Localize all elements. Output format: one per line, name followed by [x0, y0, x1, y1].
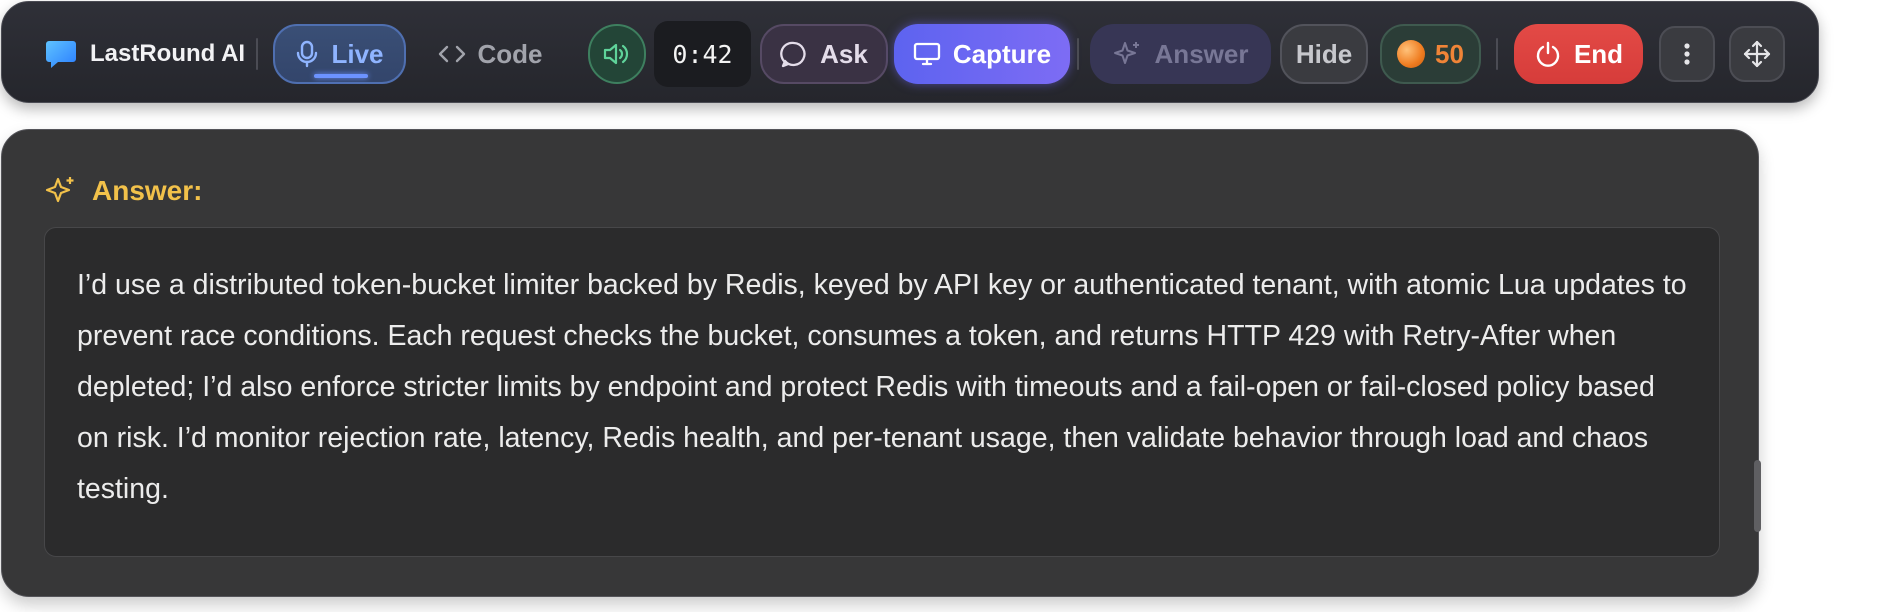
answer-heading: Answer:: [44, 174, 202, 208]
divider: [1077, 38, 1079, 70]
code-label: Code: [477, 38, 543, 69]
control-toolbar: LastRound AI Live Code 0:42 Ask Capture …: [1, 1, 1819, 103]
live-label: Live: [331, 38, 384, 69]
ask-label: Ask: [820, 38, 868, 69]
chat-bubble-icon: [46, 41, 76, 68]
more-vertical-icon: [1684, 43, 1690, 65]
end-label: End: [1573, 38, 1624, 69]
code-icon: [438, 45, 465, 63]
live-button[interactable]: Live: [273, 24, 406, 84]
divider: [1496, 38, 1498, 70]
scrollbar-thumb[interactable]: [1754, 460, 1761, 532]
coin-icon: [1397, 40, 1426, 68]
coin-balance[interactable]: 50: [1380, 24, 1481, 84]
answer-text: I’d use a distributed token-bucket limit…: [44, 227, 1720, 557]
microphone-icon: [297, 40, 318, 68]
divider: [256, 38, 258, 70]
ask-button[interactable]: Ask: [760, 24, 888, 84]
app-name: LastRound AI: [90, 40, 246, 67]
more-menu-button[interactable]: [1659, 26, 1715, 82]
monitor-icon: [913, 42, 941, 66]
sparkles-icon: [1113, 42, 1139, 64]
hide-button[interactable]: Hide: [1280, 24, 1368, 84]
sparkles-icon: [45, 177, 74, 203]
drag-handle[interactable]: [1729, 26, 1785, 82]
answer-button[interactable]: Answer: [1090, 24, 1271, 84]
code-button[interactable]: Code: [430, 24, 550, 84]
answer-heading-text: Answer:: [92, 175, 203, 206]
power-icon: [1536, 41, 1560, 67]
answer-label: Answer: [1154, 38, 1249, 69]
audio-toggle[interactable]: [588, 24, 646, 84]
speaker-icon: [603, 43, 629, 65]
hide-label: Hide: [1295, 38, 1353, 69]
move-icon: [1743, 40, 1771, 68]
coin-count: 50: [1435, 38, 1464, 69]
answer-panel: Answer: I’d use a distributed token-buck…: [1, 129, 1761, 597]
message-circle-icon: [780, 41, 806, 68]
app-brand: LastRound AI: [44, 24, 254, 84]
live-indicator: [314, 74, 368, 78]
end-button[interactable]: End: [1514, 24, 1643, 84]
capture-label: Capture: [952, 38, 1052, 69]
session-timer: 0:42: [654, 21, 751, 87]
capture-button[interactable]: Capture: [894, 24, 1070, 84]
